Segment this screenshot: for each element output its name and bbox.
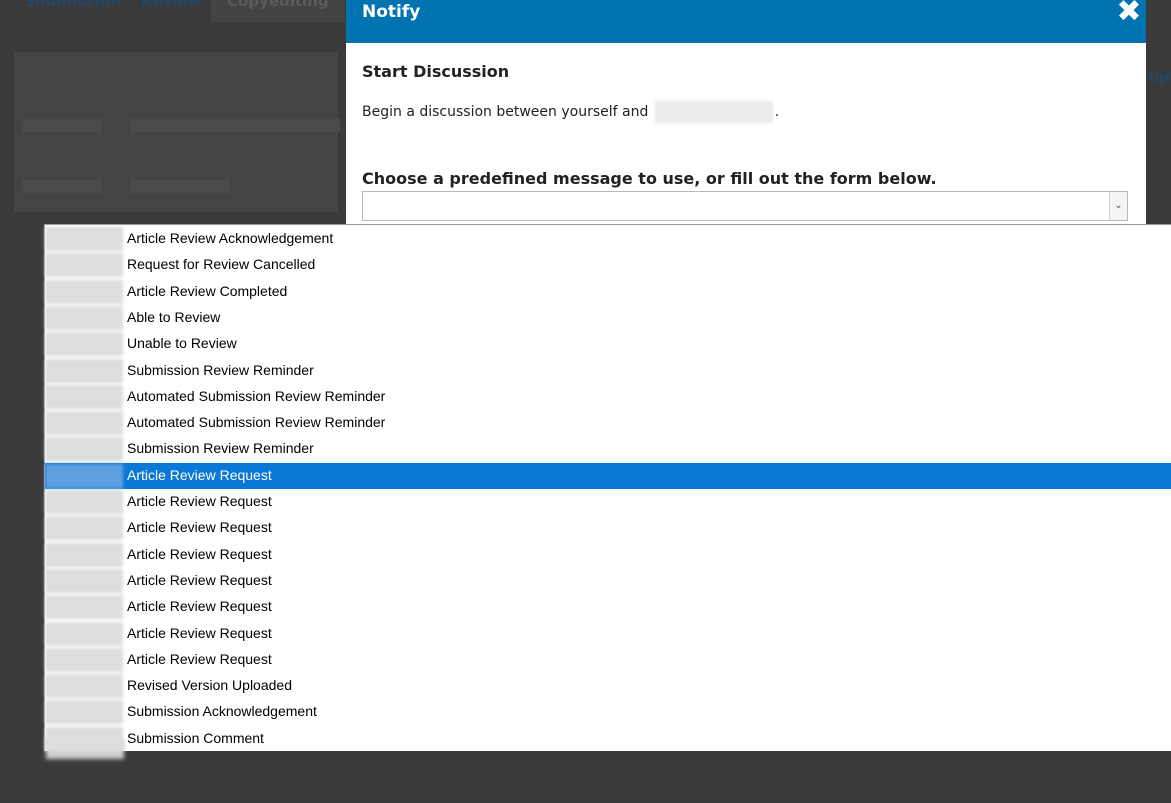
dropdown-option[interactable]: Article Review Request	[45, 462, 1171, 489]
redacted-cell	[45, 437, 123, 462]
background-placeholder	[22, 180, 102, 194]
dropdown-option[interactable]: Article Review Acknowledgement	[45, 226, 1171, 252]
dropdown-option[interactable]: Article Review Request	[45, 489, 1171, 515]
dropdown-option-label: Revised Version Uploaded	[127, 677, 292, 694]
dropdown-option[interactable]: Article Review Request	[45, 647, 1171, 673]
modal-header: Notify ✖	[346, 0, 1146, 43]
redacted-cell	[45, 726, 123, 751]
redacted-cell	[45, 227, 123, 251]
dropdown-option-label: Submission Acknowledgement	[127, 703, 317, 720]
chevron-down-icon[interactable]: ⌄	[1109, 192, 1127, 220]
intro-text: Begin a discussion between yourself and …	[362, 101, 779, 123]
section-title: Start Discussion	[362, 62, 510, 81]
dropdown-option-label: Submission Review Reminder	[127, 361, 314, 378]
dropdown-option-label: Article Review Request	[127, 571, 272, 588]
close-icon[interactable]: ✖	[1114, 0, 1144, 27]
redacted-cell	[45, 647, 123, 672]
redacted-cell	[45, 332, 123, 357]
background-placeholder	[130, 180, 230, 194]
upload-link: Upl	[1148, 70, 1171, 86]
dropdown-option[interactable]: Article Review Request	[45, 515, 1171, 541]
dropdown-option[interactable]: Article Review Completed	[45, 279, 1171, 305]
dropdown-option-label: Article Review Request	[127, 545, 272, 562]
redacted-cell	[45, 516, 123, 541]
redacted-cell	[45, 463, 123, 488]
dropdown-option-label: Able to Review	[127, 308, 221, 325]
dropdown-option-label: Article Review Request	[127, 650, 272, 667]
dropdown-option[interactable]: Article Review Request	[45, 621, 1171, 647]
redacted-cell	[45, 595, 123, 620]
dropdown-option-label: Automated Submission Review Reminder	[127, 387, 386, 404]
dropdown-option-label: Request for Review Cancelled	[127, 256, 316, 273]
dropdown-option[interactable]: Article Review Request	[45, 594, 1171, 620]
dropdown-option[interactable]: Submission Review Reminder	[45, 358, 1171, 384]
tab-copyediting: Copyediting	[211, 0, 345, 22]
tab-review: Review	[141, 0, 202, 10]
dropdown-option[interactable]: Article Review Request	[45, 568, 1171, 594]
redacted-cell	[45, 411, 123, 436]
dropdown-option[interactable]: Automated Submission Review Reminder	[45, 384, 1171, 410]
dropdown-option-label: Article Review Request	[127, 598, 272, 615]
dropdown-option[interactable]: Article Review Request	[45, 542, 1171, 568]
redacted-cell	[45, 253, 123, 278]
predefined-message-label: Choose a predefined message to use, or f…	[362, 169, 937, 188]
dropdown-option[interactable]: Submission Comment	[45, 726, 1171, 752]
dropdown-option-label: Submission Review Reminder	[127, 440, 314, 457]
redacted-cell	[45, 384, 123, 409]
dropdown-option[interactable]: Submission Review Reminder	[45, 436, 1171, 462]
background-tabs: Submission Review Copyediting	[0, 0, 346, 22]
redacted-cell	[45, 568, 123, 593]
redacted-cell	[45, 542, 123, 567]
dropdown-option-label: Automated Submission Review Reminder	[127, 414, 386, 431]
modal-title: Notify	[362, 2, 421, 22]
dropdown-option[interactable]: Unable to Review	[45, 331, 1171, 357]
dropdown-option-label: Unable to Review	[127, 335, 237, 352]
predefined-message-select[interactable]: ⌄	[362, 191, 1128, 221]
dropdown-option[interactable]: Able to Review	[45, 305, 1171, 331]
dropdown-option-label: Submission Comment	[127, 729, 264, 746]
redacted-cell	[45, 490, 123, 514]
message-dropdown-list[interactable]: Article Review Acknowledgement Request fo…	[44, 224, 1171, 759]
redacted-cell	[45, 621, 123, 646]
redacted-cell	[45, 700, 123, 725]
dropdown-option[interactable]: Request for Review Cancelled	[45, 252, 1171, 278]
notify-modal: Notify ✖ Start Discussion Begin a discus…	[346, 0, 1146, 260]
dropdown-option-label: Article Review Request	[127, 519, 272, 536]
intro-suffix: .	[774, 104, 780, 120]
redacted-name	[654, 101, 773, 123]
dropdown-option-label: Article Review Request	[127, 493, 272, 509]
dropdown-option-label: Article Review Completed	[127, 282, 288, 299]
redacted-cell	[45, 279, 123, 304]
dropdown-option-label: Article Review Request	[127, 624, 272, 641]
background-placeholder	[22, 118, 102, 132]
intro-prefix: Begin a discussion between yourself and	[362, 104, 649, 120]
redacted-cell	[45, 674, 123, 699]
dropdown-option-label: Article Review Request	[127, 466, 272, 483]
tab-submission: Submission	[24, 0, 121, 10]
dropdown-option-label: Article Review Acknowledgement	[127, 230, 334, 246]
background-placeholder	[130, 118, 340, 132]
dropdown-option[interactable]: Revised Version Uploaded	[45, 673, 1171, 699]
redacted-cell	[45, 358, 123, 383]
dropdown-option[interactable]: Submission Acknowledgement	[45, 699, 1171, 725]
dropdown-option[interactable]: Automated Submission Review Reminder	[45, 410, 1171, 436]
redacted-cell	[45, 305, 123, 330]
